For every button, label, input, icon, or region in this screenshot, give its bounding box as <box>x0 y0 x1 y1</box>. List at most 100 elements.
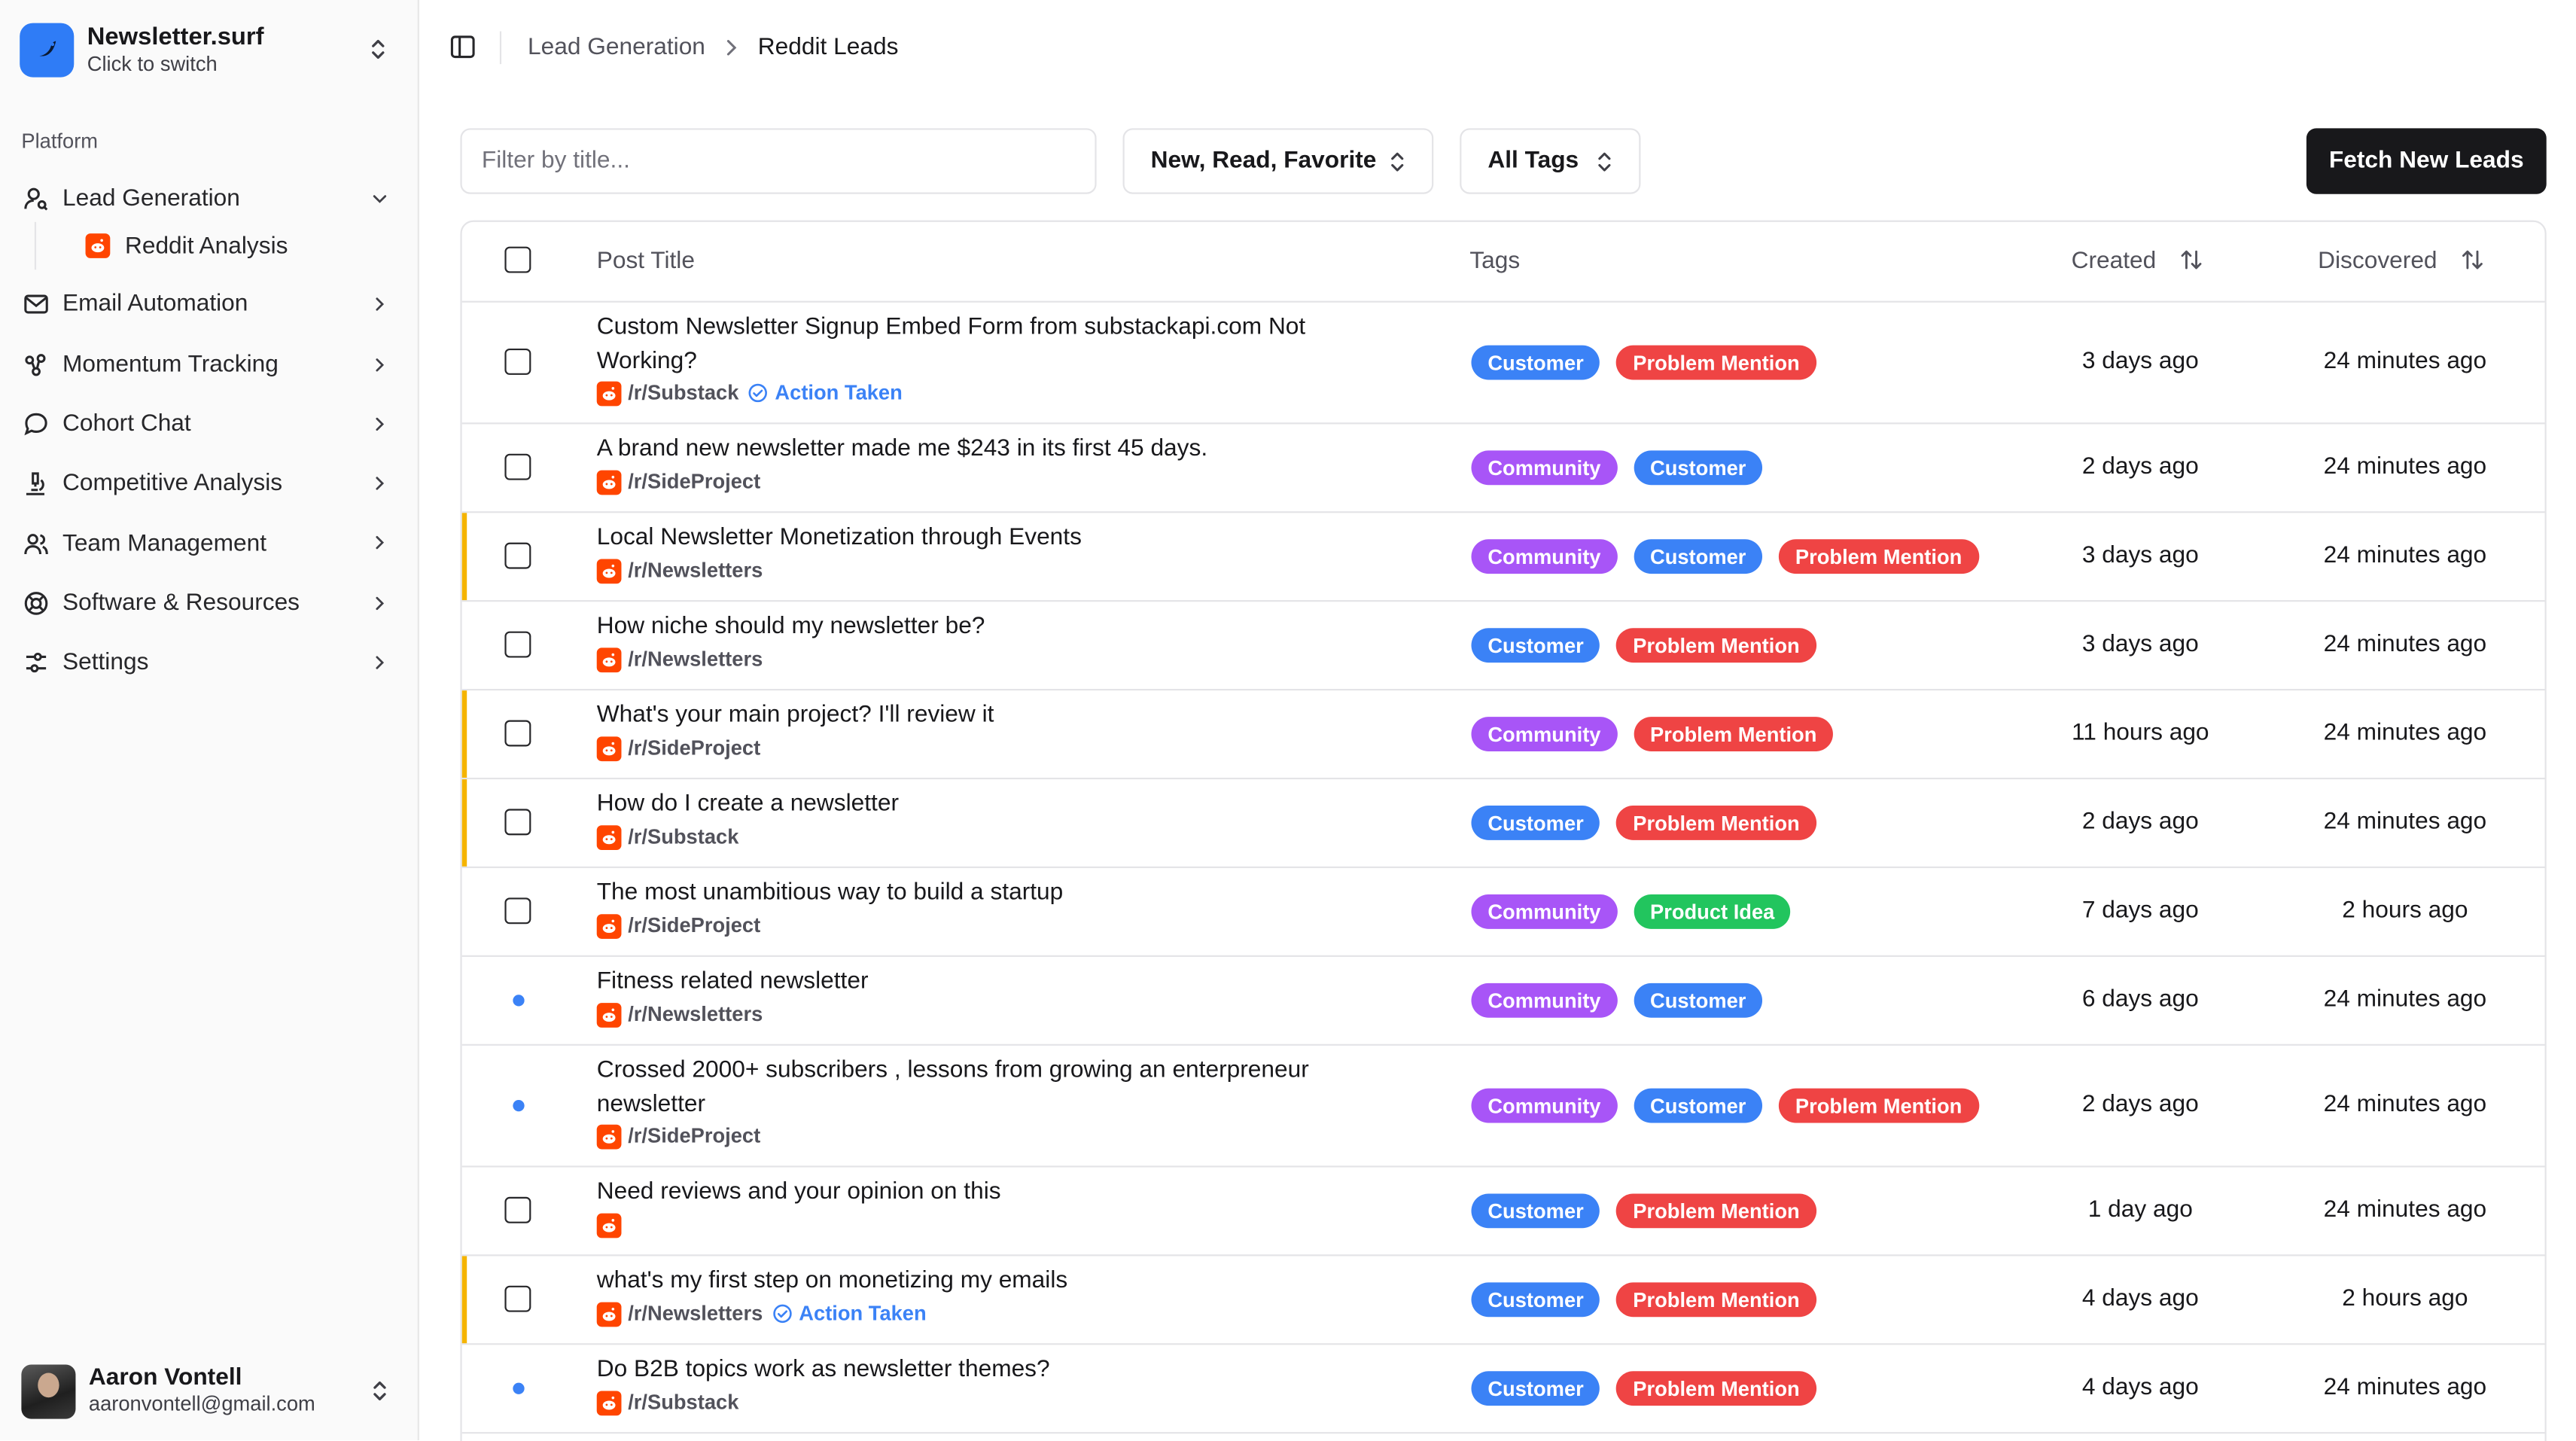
sort-icon[interactable] <box>2179 248 2203 272</box>
subreddit-label[interactable]: /r/Newsletters <box>628 559 763 582</box>
reddit-icon <box>596 380 622 406</box>
post-title[interactable]: How niche should my newsletter be? <box>597 610 1369 644</box>
post-title[interactable]: Crossed 2000+ subscribers , lessons from… <box>597 1054 1369 1122</box>
tag-list: Community Customer Problem Mention <box>1471 539 1996 574</box>
post-title[interactable]: what's my first step on monetizing my em… <box>597 1264 1369 1298</box>
tag-list: Customer Problem Mention <box>1471 1371 1833 1406</box>
reddit-icon <box>596 736 622 761</box>
sidebar-toggle-icon[interactable] <box>450 35 475 59</box>
breadcrumb-lead-generation[interactable]: Lead Generation <box>528 35 705 61</box>
table-row[interactable]: Fitness related newsletter/r/Newsletters… <box>461 957 2545 1046</box>
post-title[interactable]: Fitness related newsletter <box>597 965 1369 999</box>
post-title[interactable]: The most unambitious way to build a star… <box>597 876 1369 910</box>
post-meta: /r/Substack <box>596 1389 738 1415</box>
subreddit-label[interactable]: /r/SideProject <box>628 914 760 937</box>
post-title[interactable]: Local Newsletter Monetization through Ev… <box>597 521 1369 555</box>
unread-indicator <box>513 1382 525 1394</box>
row-checkbox[interactable] <box>504 453 531 480</box>
created-cell: 4 days ago <box>2081 1285 2199 1312</box>
app-subtitle: Click to switch <box>87 51 218 75</box>
sidebar-item-team-management[interactable]: Team Management <box>13 513 404 573</box>
table-row[interactable]: Custom Newsletter Signup Embed Form from… <box>461 303 2545 425</box>
subreddit-label[interactable]: /r/Substack <box>628 825 738 848</box>
table-row[interactable]: The most unambitious way to build a star… <box>461 868 2545 957</box>
post-meta: /r/SideProject <box>596 1123 760 1150</box>
post-title[interactable]: What's your main project? I'll review it <box>597 699 1369 733</box>
sidebar-item-competitive-analysis[interactable]: Competitive Analysis <box>13 454 404 513</box>
sidebar-subitem-reddit-analysis[interactable]: Reddit Analysis <box>34 222 404 270</box>
row-checkbox[interactable] <box>504 720 531 747</box>
sidebar-item-label: Competitive Analysis <box>62 471 283 498</box>
subreddit-label[interactable]: /r/SideProject <box>628 471 760 494</box>
tag-list: Customer Problem Mention <box>1471 628 1833 663</box>
app-switcher[interactable]: Newsletter.surf Click to switch <box>20 20 397 79</box>
header-divider <box>499 31 502 65</box>
row-checkbox[interactable] <box>504 348 531 375</box>
table-row[interactable]: What's your main project? I'll review it… <box>461 690 2545 780</box>
row-checkbox[interactable] <box>504 542 531 569</box>
tag-list: Community Customer <box>1471 450 1780 486</box>
app-name: Newsletter.surf <box>87 22 264 50</box>
status-filter-select[interactable]: New, Read, Favorite <box>1122 128 1434 194</box>
table-row[interactable]: Do B2B topics work as newsletter themes?… <box>461 1345 2545 1434</box>
table-row[interactable]: How niche should my newsletter be? /r/New… <box>461 602 2545 691</box>
tag-badge: Community <box>1471 539 1618 574</box>
post-title[interactable]: Do B2B topics work as newsletter themes? <box>597 1353 1369 1387</box>
sidebar-item-software-resources[interactable]: Software & Resources <box>13 574 404 633</box>
post-title[interactable]: Need reviews and your opinion on this <box>597 1175 1369 1209</box>
breadcrumb-current: Reddit Leads <box>757 34 899 61</box>
sidebar-item-lead-generation[interactable]: Lead Generation <box>13 169 404 229</box>
action-taken-label: Action Taken <box>799 1302 927 1326</box>
column-header-created[interactable]: Created <box>2072 248 2203 275</box>
action-taken-badge: Action Taken <box>772 1302 927 1326</box>
chevrons-up-down-icon <box>1391 152 1404 172</box>
subreddit-label[interactable]: /r/Newsletters <box>628 1302 763 1326</box>
tag-badge: Customer <box>1471 1282 1600 1318</box>
post-meta: /r/SideProject <box>596 468 760 495</box>
table-row[interactable]: Need reviews and your opinion on this Cus… <box>461 1167 2545 1257</box>
table-row[interactable]: what's my first step on monetizing my em… <box>461 1256 2545 1345</box>
subreddit-label[interactable]: /r/Newsletters <box>628 647 763 671</box>
row-checkbox[interactable] <box>504 1285 531 1312</box>
tag-badge: Problem Mention <box>1779 539 1979 574</box>
created-cell: 1 day ago <box>2087 1196 2193 1223</box>
table-row[interactable]: A brand new newsletter made me $243 in i… <box>461 424 2545 513</box>
status-filter-value: New, Read, Favorite <box>1150 148 1377 175</box>
post-meta: /r/Newsletters <box>596 557 763 583</box>
sidebar-item-momentum-tracking[interactable]: Momentum Tracking <box>13 335 404 395</box>
subreddit-label[interactable]: /r/Substack <box>628 1391 738 1414</box>
discovered-cell: 24 minutes ago <box>2323 631 2487 658</box>
chevron-right-icon <box>376 417 385 431</box>
table-row[interactable]: Local Newsletter Monetization through Ev… <box>461 513 2545 602</box>
post-meta: /r/Newsletters <box>596 646 763 672</box>
reddit-icon <box>596 1212 622 1238</box>
subreddit-label[interactable]: /r/SideProject <box>628 736 760 760</box>
row-checkbox[interactable] <box>504 897 531 925</box>
select-all-checkbox[interactable] <box>504 246 531 273</box>
table-row[interactable]: Crossed 2000+ subscribers , lessons from… <box>461 1046 2545 1168</box>
sidebar-item-settings[interactable]: Settings <box>13 633 404 693</box>
sidebar-item-cohort-chat[interactable]: Cohort Chat <box>13 395 404 454</box>
subreddit-label[interactable]: /r/Substack <box>628 382 738 405</box>
post-title[interactable]: Custom Newsletter Signup Embed Form from… <box>597 311 1369 379</box>
row-checkbox[interactable] <box>504 631 531 658</box>
tag-badge: Customer <box>1471 1193 1600 1229</box>
sort-icon[interactable] <box>2460 248 2483 272</box>
table-row[interactable]: How do I create a newsletter/r/Substack C… <box>461 779 2545 869</box>
tag-badge: Community <box>1471 982 1618 1018</box>
title-filter-input[interactable] <box>460 128 1097 194</box>
fetch-new-leads-button[interactable]: Fetch New Leads <box>2306 128 2547 194</box>
post-title[interactable]: A brand new newsletter made me $243 in i… <box>597 432 1369 466</box>
tags-filter-select[interactable]: All Tags <box>1460 128 1641 194</box>
subreddit-label[interactable]: /r/Newsletters <box>628 1003 763 1026</box>
reddit-icon <box>596 647 622 672</box>
post-title[interactable]: How do I create a newsletter <box>597 788 1369 821</box>
row-checkbox[interactable] <box>504 809 531 836</box>
column-header-discovered[interactable]: Discovered <box>2318 248 2483 275</box>
user-menu[interactable]: Aaron Vontell aaronvontell@gmail.com <box>21 1363 399 1418</box>
sidebar: Newsletter.surf Click to switch Platform… <box>0 0 419 1441</box>
sidebar-item-email-automation[interactable]: Email Automation <box>13 275 404 334</box>
subreddit-label[interactable]: /r/SideProject <box>628 1125 760 1148</box>
tag-badge: Problem Mention <box>1616 1371 1816 1406</box>
row-checkbox[interactable] <box>504 1196 531 1223</box>
